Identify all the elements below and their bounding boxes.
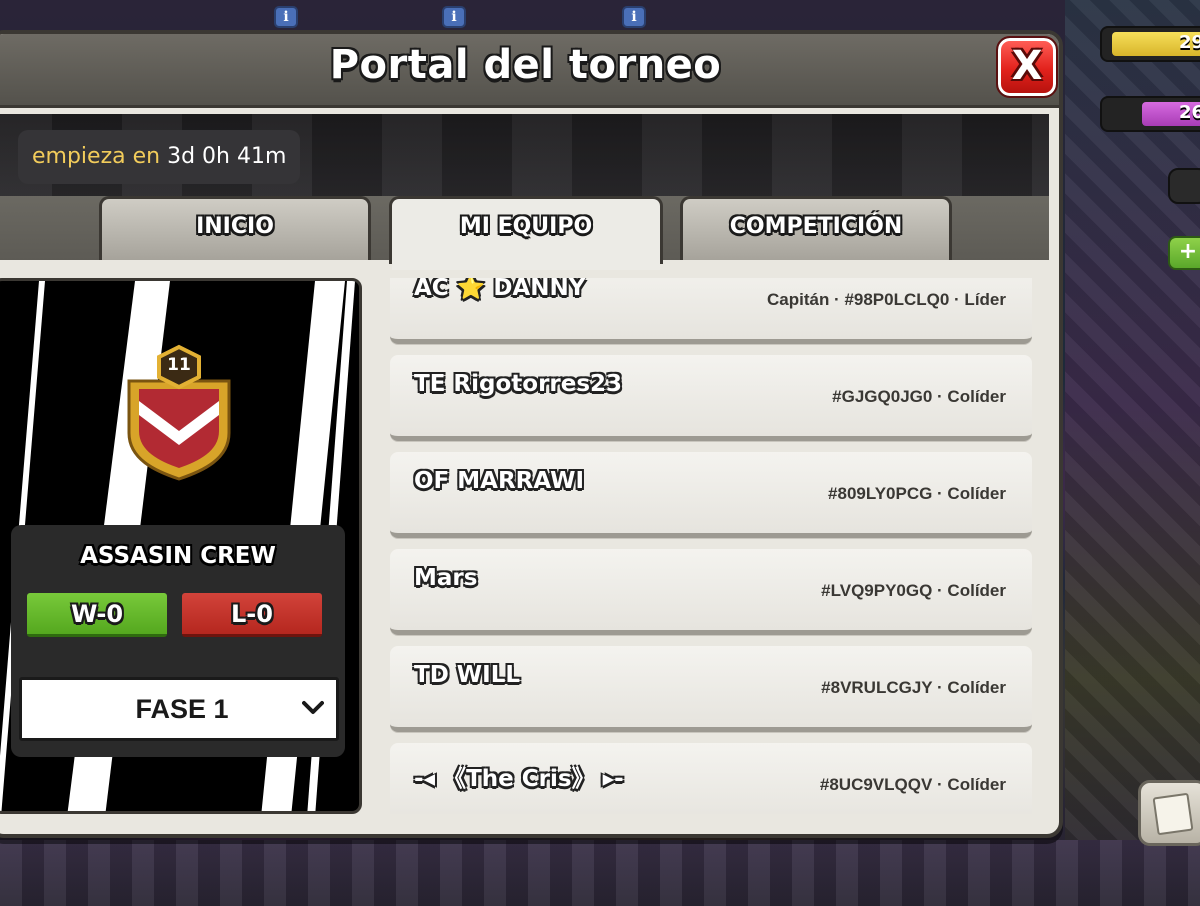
clan-summary: ASSASIN CREW W-0 L-0 FASE 1 bbox=[11, 525, 345, 757]
countdown-value: 3d 0h 41m bbox=[167, 144, 287, 169]
countdown-label: empieza en bbox=[32, 144, 161, 169]
member-row[interactable]: Mars #LVQ9PY0GQ · Colíder bbox=[390, 549, 1032, 635]
member-info: #GJGQ0JG0 · Colíder bbox=[832, 387, 1006, 406]
gold-resource-bar: 29 bbox=[1100, 26, 1200, 62]
member-info: #8VRULCGJY · Colíder bbox=[821, 678, 1006, 697]
member-name: -◂ 《The Cris》 ▸- bbox=[414, 766, 624, 792]
tab-mi-equipo[interactable]: MI EQUIPO bbox=[389, 196, 663, 270]
losses-badge: L-0 bbox=[182, 593, 322, 637]
member-name: AC ⭐ DANNY bbox=[414, 278, 586, 301]
add-resource-button[interactable]: + bbox=[1168, 236, 1200, 270]
member-info: #LVQ9PY0GQ · Colíder bbox=[821, 581, 1006, 600]
member-info: #809LY0PCG · Colíder bbox=[828, 484, 1006, 503]
clan-card: 11 ASSASIN CREW W-0 L-0 FASE 1 bbox=[0, 278, 362, 814]
member-info: #8UC9VLQQV · Colíder bbox=[819, 775, 1006, 794]
member-name: TD WILL bbox=[414, 662, 521, 688]
phase-selected-value: FASE 1 bbox=[135, 694, 229, 724]
wins-badge: W-0 bbox=[27, 593, 167, 637]
panel-header: Portal del torneo bbox=[0, 34, 1059, 108]
notes-button[interactable] bbox=[1138, 780, 1200, 846]
team-member-list[interactable]: AC ⭐ DANNY Capitán · #98P0LCLQ0 · Líder … bbox=[384, 278, 1038, 814]
chevron-down-icon bbox=[302, 701, 324, 714]
member-info: Capitán · #98P0LCLQ0 · Líder bbox=[767, 290, 1006, 309]
tournament-portal-panel: Portal del torneo X empieza en 3d 0h 41m… bbox=[0, 30, 1063, 838]
info-marker-icon: i bbox=[622, 6, 646, 28]
member-row[interactable]: OF MARRAWI #809LY0PCG · Colíder bbox=[390, 452, 1032, 538]
tab-inicio[interactable]: INICIO bbox=[99, 196, 371, 260]
page-title: Portal del torneo bbox=[329, 42, 722, 88]
clan-badge: 11 bbox=[123, 341, 235, 481]
phase-dropdown[interactable]: FASE 1 bbox=[19, 677, 339, 741]
countdown-timer: empieza en 3d 0h 41m bbox=[18, 130, 301, 184]
member-name: OF MARRAWI bbox=[414, 468, 585, 494]
gold-amount: 29 bbox=[1178, 32, 1200, 53]
member-row[interactable]: TD WILL #8VRULCGJY · Colíder bbox=[390, 646, 1032, 732]
top-markers: i i i bbox=[0, 2, 1200, 28]
member-name: TE Rigotorres23 bbox=[414, 371, 623, 397]
elixir-amount: 26 bbox=[1178, 102, 1200, 123]
elixir-resource-bar: 26 bbox=[1100, 96, 1200, 132]
close-button[interactable]: X bbox=[996, 36, 1058, 98]
village-side-strip bbox=[1065, 0, 1200, 906]
member-name: Mars bbox=[414, 565, 478, 591]
resource-pill bbox=[1168, 168, 1200, 204]
clan-level: 11 bbox=[167, 355, 191, 375]
info-marker-icon: i bbox=[442, 6, 466, 28]
member-row[interactable]: AC ⭐ DANNY Capitán · #98P0LCLQ0 · Líder bbox=[390, 278, 1032, 344]
tab-competicion[interactable]: COMPETICIÓN bbox=[680, 196, 952, 260]
member-row[interactable]: -◂ 《The Cris》 ▸- #8UC9VLQQV · Colíder bbox=[390, 743, 1032, 814]
member-row[interactable]: TE Rigotorres23 #GJGQ0JG0 · Colíder bbox=[390, 355, 1032, 441]
village-bottom-strip bbox=[0, 840, 1200, 906]
notes-icon bbox=[1152, 792, 1194, 836]
info-marker-icon: i bbox=[274, 6, 298, 28]
clan-name: ASSASIN CREW bbox=[80, 543, 276, 569]
